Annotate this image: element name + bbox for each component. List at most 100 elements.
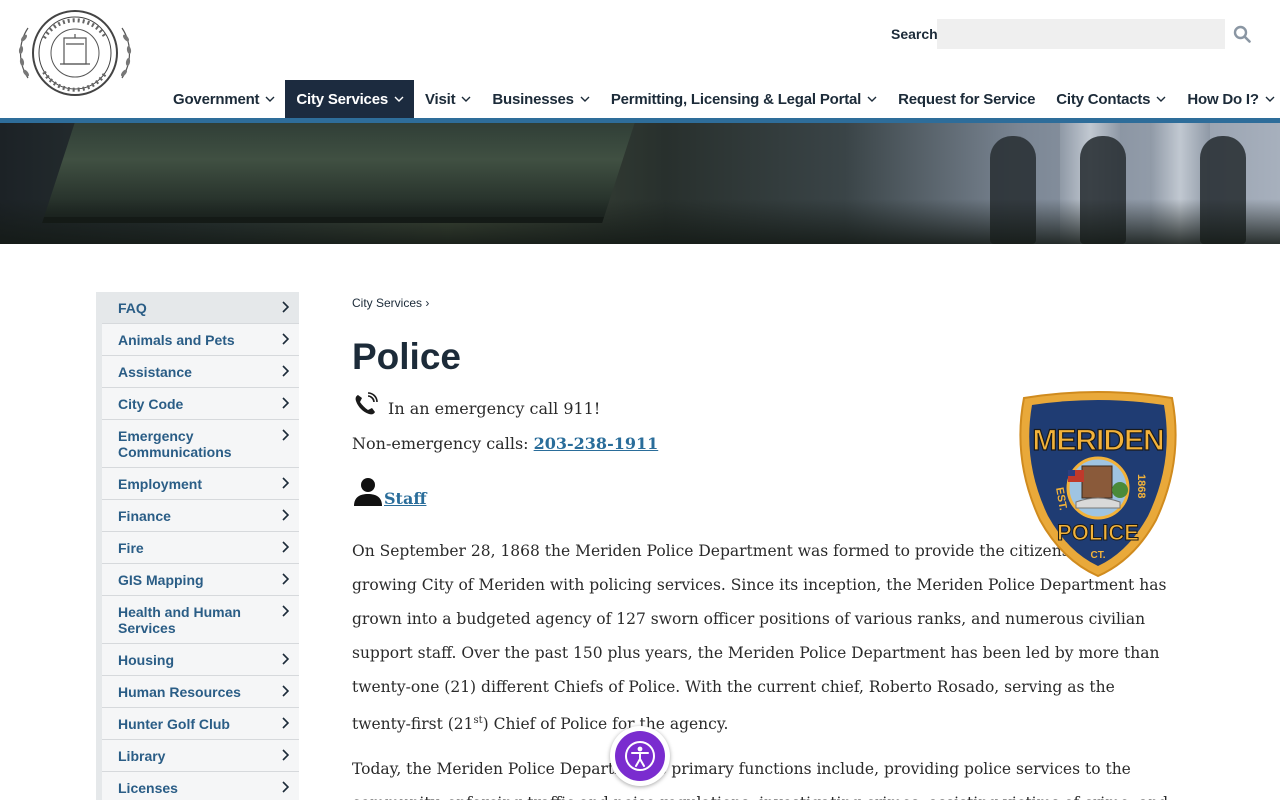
search-icon (1233, 25, 1251, 43)
chevron-down-icon (867, 96, 877, 102)
nav-label: Permitting, Licensing & Legal Portal (610, 90, 862, 108)
nav-label: Visit (425, 90, 456, 108)
sidebar-item-label: Animals and Pets (118, 332, 235, 348)
chevron-down-icon (1156, 96, 1166, 102)
paragraph-text: ) Chief of Police for the agency. (482, 715, 729, 734)
chevron-right-icon (282, 397, 289, 409)
nav-permitting[interactable]: Permitting, Licensing & Legal Portal (600, 80, 887, 118)
nonemergency-line: Non-emergency calls: 203-238-1911 (352, 434, 658, 453)
banner-rail-shape (0, 199, 1280, 244)
city-seal-logo[interactable] (14, 8, 136, 100)
sidebar-item-emergency-communications[interactable]: Emergency Communications (102, 420, 299, 468)
nonemergency-phone-link[interactable]: 203-238-1911 (534, 434, 659, 453)
breadcrumb: City Services › (352, 296, 1192, 314)
page-title: Police (352, 336, 461, 377)
sidebar-item-human-resources[interactable]: Human Resources (102, 676, 299, 708)
sidebar-item-hunter-golf-club[interactable]: Hunter Golf Club (102, 708, 299, 740)
sidebar-item-label: Hunter Golf Club (118, 716, 230, 732)
chevron-right-icon (282, 301, 289, 313)
sidebar-item-health-and-human-services[interactable]: Health and Human Services (102, 596, 299, 644)
sidebar-item-fire[interactable]: Fire (102, 532, 299, 564)
nav-how-do-i[interactable]: How Do I? (1176, 80, 1280, 118)
chevron-right-icon (282, 573, 289, 585)
accessibility-icon (625, 741, 655, 771)
main-nav: Government City Services Visit Businesse… (162, 80, 1280, 118)
nav-businesses[interactable]: Businesses (481, 80, 599, 118)
sidebar-item-label: Emergency Communications (118, 428, 232, 460)
nav-visit[interactable]: Visit (414, 80, 481, 118)
sidebar-item-finance[interactable]: Finance (102, 500, 299, 532)
nav-label: City Contacts (1056, 90, 1151, 108)
search-button[interactable] (1229, 21, 1255, 47)
badge-year-text: 1868 (1135, 474, 1147, 498)
sidebar-item-label: Health and Human Services (118, 604, 241, 636)
sidebar-item-label: GIS Mapping (118, 572, 204, 588)
sidebar-item-animals-and-pets[interactable]: Animals and Pets (102, 324, 299, 356)
chevron-right-icon (282, 429, 289, 441)
staff-link[interactable]: Staff (384, 489, 426, 508)
chevron-right-icon (282, 685, 289, 697)
sidebar-item-faq[interactable]: FAQ (102, 292, 299, 324)
person-icon (354, 478, 382, 506)
functions-paragraph: Today, the Meriden Police Department's p… (352, 760, 1168, 800)
chevron-right-icon (282, 333, 289, 345)
nav-city-contacts[interactable]: City Contacts (1045, 80, 1176, 118)
nav-label: How Do I? (1187, 90, 1259, 108)
sidebar-item-label: Employment (118, 476, 203, 492)
breadcrumb-link-city-services[interactable]: City Services (352, 296, 422, 310)
staff-line: Staff (352, 476, 426, 508)
nav-label: Government (173, 90, 260, 108)
police-badge-image: MERIDEN EST. 1868 POLICE CT. (1016, 390, 1180, 580)
badge-state-text: CT. (1091, 550, 1106, 561)
emergency-line: In an emergency call 911! (352, 392, 600, 418)
sidebar-item-licenses[interactable]: Licenses (102, 772, 299, 800)
chevron-right-icon (282, 605, 289, 617)
sidebar-item-label: Library (118, 748, 166, 764)
badge-top-text: MERIDEN (1032, 424, 1163, 457)
accessibility-button-inner (615, 731, 665, 781)
accessibility-button[interactable] (610, 726, 670, 786)
sidebar-item-label: Finance (118, 508, 171, 524)
sidebar-item-housing[interactable]: Housing (102, 644, 299, 676)
badge-bottom-text: POLICE (1057, 520, 1139, 545)
hero-banner-image (0, 123, 1280, 244)
nav-label: Businesses (492, 90, 574, 108)
sidebar-item-label: Licenses (118, 780, 178, 796)
search-input[interactable] (937, 19, 1225, 49)
nav-label: Request for Service (898, 90, 1036, 108)
main-content: City Services › Police In an emergency c… (352, 296, 1192, 800)
breadcrumb-separator: › (425, 296, 430, 310)
sidebar-item-label: Fire (118, 540, 144, 556)
chevron-right-icon (282, 717, 289, 729)
chevron-down-icon (461, 96, 471, 102)
chevron-down-icon (265, 96, 275, 102)
site-header: Search Government City Services Visit Bu… (0, 0, 1280, 118)
nonemergency-prefix: Non-emergency calls: (352, 434, 534, 453)
chevron-right-icon (282, 477, 289, 489)
chevron-down-icon (580, 96, 590, 102)
sidebar-item-label: Housing (118, 652, 174, 668)
sidebar-item-label: City Code (118, 396, 184, 412)
sidebar-item-city-code[interactable]: City Code (102, 388, 299, 420)
search-label: Search (891, 26, 938, 42)
chevron-right-icon (282, 781, 289, 793)
sidebar-nav: FAQ Animals and Pets Assistance City Code Em… (96, 292, 299, 800)
sidebar-item-employment[interactable]: Employment (102, 468, 299, 500)
sidebar-item-library[interactable]: Library (102, 740, 299, 772)
emergency-text: In an emergency call 911! (388, 399, 601, 418)
nav-government[interactable]: Government (162, 80, 285, 118)
sidebar-item-label: FAQ (118, 300, 147, 316)
phone-icon (355, 392, 378, 415)
nav-request-for-service[interactable]: Request for Service (887, 80, 1045, 118)
chevron-right-icon (282, 365, 289, 377)
chevron-right-icon (282, 653, 289, 665)
nav-city-services[interactable]: City Services (285, 80, 414, 118)
chevron-down-icon (394, 96, 404, 102)
nav-label: City Services (296, 90, 388, 108)
sidebar-item-label: Assistance (118, 364, 192, 380)
chevron-right-icon (282, 749, 289, 761)
sidebar-item-assistance[interactable]: Assistance (102, 356, 299, 388)
sidebar-item-label: Human Resources (118, 684, 241, 700)
chevron-down-icon (1265, 96, 1275, 102)
sidebar-item-gis-mapping[interactable]: GIS Mapping (102, 564, 299, 596)
